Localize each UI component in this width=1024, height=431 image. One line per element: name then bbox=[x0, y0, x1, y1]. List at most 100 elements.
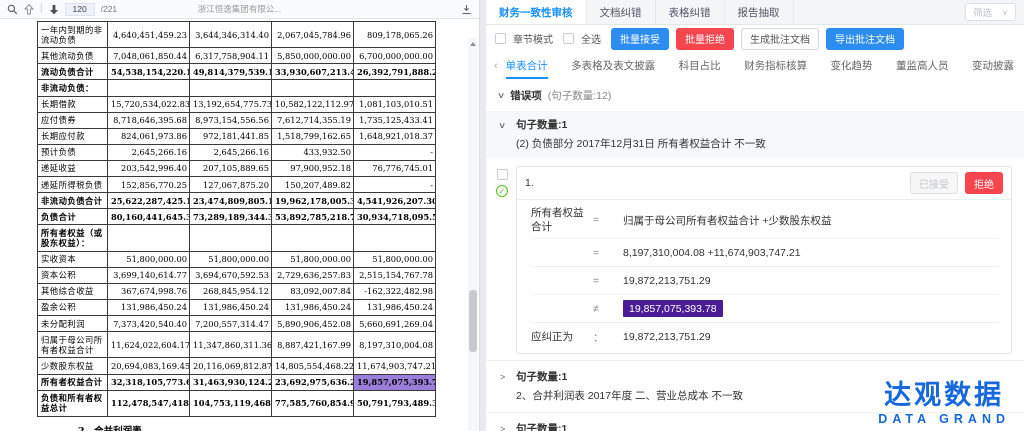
main-tabbar: 财务一致性审核文档纠错表格纠错报告抽取 筛选 ∨ bbox=[486, 0, 1024, 25]
row-label: 所有者权益合计 bbox=[38, 374, 108, 390]
equation-operator: = bbox=[593, 275, 623, 287]
table-row: 负债和所有者权益总计112,478,547,418.98104,753,119,… bbox=[38, 390, 436, 416]
table-cell: 97,900,952.18 bbox=[272, 160, 354, 176]
card-index: 1. bbox=[525, 177, 534, 189]
table-cell: 3,644,346,314.40 bbox=[190, 22, 272, 48]
table-cell: 824,061,973.86 bbox=[108, 128, 190, 144]
subtab-1[interactable]: 多表格及表文披露 bbox=[571, 52, 655, 79]
page-number-input[interactable] bbox=[65, 3, 95, 16]
table-cell: 3,699,140,614.77 bbox=[108, 267, 190, 283]
table-cell: 7,373,420,540.40 bbox=[108, 316, 190, 332]
table-cell: 131,986,450.24 bbox=[108, 299, 190, 315]
subtab-3[interactable]: 财务指标核算 bbox=[744, 52, 807, 79]
row-label: 归属于母公司所有者权益合计 bbox=[38, 332, 108, 358]
collapsed-error-item[interactable]: >句子数量:12、合并利润表 2018年度 三、营业利润（亏损以“-”号填列） … bbox=[486, 413, 1024, 431]
table-cell: 11,624,022,604.17 bbox=[108, 332, 190, 358]
table-cell: 131,986,450.24 bbox=[272, 299, 354, 315]
table-cell: 33,930,607,213.44 bbox=[272, 64, 354, 80]
table-cell: 367,674,998.76 bbox=[108, 283, 190, 299]
accepted-check-icon: ✓ bbox=[496, 185, 508, 197]
table-cell: 150,207,489.82 bbox=[272, 177, 354, 193]
subtab-2[interactable]: 科目占比 bbox=[679, 52, 721, 79]
table-row: 其他综合收益367,674,998.76268,845,954.1283,092… bbox=[38, 283, 436, 299]
table-cell bbox=[190, 225, 272, 251]
table-row: 所有者权益（或股东权益）： bbox=[38, 225, 436, 251]
equation-value: 8,197,310,004.08 +11,674,903,747.21 bbox=[623, 247, 801, 259]
batch-reject-button[interactable]: 批量拒绝 bbox=[676, 28, 734, 50]
row-label: 所有者权益（或股东权益）： bbox=[38, 225, 108, 251]
select-all-checkbox[interactable] bbox=[563, 33, 574, 44]
search-icon[interactable] bbox=[7, 4, 18, 15]
filter-select[interactable]: 筛选 ∨ bbox=[965, 3, 1016, 21]
equation-label bbox=[531, 305, 593, 313]
subtab-6[interactable]: 变动披露 bbox=[972, 52, 1014, 79]
table-cell: 8,887,421,167.99 bbox=[272, 332, 354, 358]
table-row: 资本公积3,699,140,614.773,694,670,592.532,72… bbox=[38, 267, 436, 283]
table-cell: 1,518,799,162.65 bbox=[272, 128, 354, 144]
page-total: /221 bbox=[101, 4, 118, 14]
row-label: 其他流动负债 bbox=[38, 48, 108, 64]
error-section-header[interactable]: ∨ 错误项 (句子数量:12) bbox=[486, 79, 1024, 108]
table-cell: 76,776,745.01 bbox=[354, 160, 436, 176]
subtab-5[interactable]: 董监高人员 bbox=[896, 52, 949, 79]
equation-row: =8,197,310,004.08 +11,674,903,747.21 bbox=[531, 239, 999, 267]
table-cell: 2,515,154,767.78 bbox=[354, 267, 436, 283]
chapter-mode-checkbox[interactable] bbox=[495, 33, 506, 44]
table-cell: 50,791,793,489.31 bbox=[354, 390, 436, 416]
row-label: 非流动负债： bbox=[38, 80, 108, 96]
row-label: 资本公积 bbox=[38, 267, 108, 283]
chevron-down-icon: ∨ bbox=[1002, 8, 1008, 17]
table-cell: 14,805,554,468.22 bbox=[272, 358, 354, 374]
error-detail-card: 1. 已接受 拒绝 所有者权益合计=归属于母公司所有者权益合计 +少数股东权益=… bbox=[516, 166, 1012, 354]
page-up-icon[interactable] bbox=[24, 4, 34, 15]
table-cell: 5,660,691,269.04 bbox=[354, 316, 436, 332]
table-cell: 51,800,000.00 bbox=[190, 251, 272, 267]
table-cell: 3,694,670,592.53 bbox=[190, 267, 272, 283]
row-label: 负债合计 bbox=[38, 209, 108, 225]
table-cell: 49,814,379,539.17 bbox=[190, 64, 272, 80]
table-cell: 433,932.50 bbox=[272, 144, 354, 160]
reject-button[interactable]: 拒绝 bbox=[965, 172, 1003, 194]
table-cell: 51,800,000.00 bbox=[108, 251, 190, 267]
item-checkbox[interactable] bbox=[497, 169, 508, 180]
table-cell: 7,048,061,850.44 bbox=[108, 48, 190, 64]
group-sentence-count: 句子数量:1 bbox=[516, 117, 1014, 132]
table-cell: 8,973,154,556.56 bbox=[190, 112, 272, 128]
table-row: 递延收益203,542,996.40207,105,889.6597,900,9… bbox=[38, 160, 436, 176]
table-row: 递延所得税负债152,856,770.25127,067,875.20150,2… bbox=[38, 177, 436, 193]
table-cell bbox=[272, 225, 354, 251]
equation-label: 应纠正为 bbox=[531, 326, 593, 348]
item-sentence-count: 句子数量:1 bbox=[516, 421, 1014, 431]
tab-0[interactable]: 财务一致性审核 bbox=[486, 0, 587, 24]
subtab-bar: ‹ 单表合计多表格及表文披露科目占比财务指标核算变化趋势董监高人员变动披露 bbox=[486, 52, 1024, 79]
table-cell: 32,318,105,773.62 bbox=[108, 374, 190, 390]
table-cell: 83,092,007.84 bbox=[272, 283, 354, 299]
chevron-left-icon[interactable]: ‹ bbox=[494, 60, 498, 72]
chevron-down-icon: ∨ bbox=[497, 90, 505, 101]
batch-accept-button[interactable]: 批量接受 bbox=[611, 28, 669, 50]
table-row: 归属于母公司所有者权益合计11,624,022,604.1711,347,860… bbox=[38, 332, 436, 358]
table-cell: 30,934,718,095.53 bbox=[354, 209, 436, 225]
collapsed-error-item[interactable]: >句子数量:12、合并利润表 2017年度 二、营业总成本 不一致 bbox=[486, 361, 1024, 413]
subtab-0[interactable]: 单表合计 bbox=[506, 52, 548, 79]
subtab-4[interactable]: 变化趋势 bbox=[831, 52, 873, 79]
tab-2[interactable]: 表格纠错 bbox=[656, 0, 725, 24]
export-annotated-doc-button[interactable]: 导出批注文档 bbox=[826, 28, 904, 50]
table-cell: 53,892,785,218.75 bbox=[272, 209, 354, 225]
scrollbar-thumb[interactable] bbox=[469, 290, 477, 352]
download-icon[interactable] bbox=[461, 4, 472, 15]
table-cell: 77,585,760,854.96 bbox=[272, 390, 354, 416]
accepted-button[interactable]: 已接受 bbox=[910, 172, 958, 194]
error-detail-row: ✓ 1. 已接受 拒绝 所有者权益合计=归属于母公司所有者权益合计 +少数股东权… bbox=[486, 158, 1024, 360]
table-cell: 4,640,451,459.23 bbox=[108, 22, 190, 48]
scroll-up-icon[interactable] bbox=[470, 42, 476, 46]
error-group-header[interactable]: ∨ 句子数量:1 (2) 负债部分 2017年12月31日 所有者权益合计 不一… bbox=[486, 111, 1024, 158]
tab-1[interactable]: 文档纠错 bbox=[587, 0, 656, 24]
table-row: 少数股东权益20,694,083,169.4520,116,069,812.87… bbox=[38, 358, 436, 374]
row-label: 一年内到期的非流动负债 bbox=[38, 22, 108, 48]
page-down-icon[interactable] bbox=[49, 4, 59, 15]
tab-3[interactable]: 报告抽取 bbox=[725, 0, 794, 24]
generate-annotated-doc-button[interactable]: 生成批注文档 bbox=[741, 28, 819, 50]
document-scrollbar[interactable] bbox=[468, 38, 478, 431]
document-page: 一年内到期的非流动负债4,640,451,459.233,644,346,314… bbox=[0, 19, 479, 431]
